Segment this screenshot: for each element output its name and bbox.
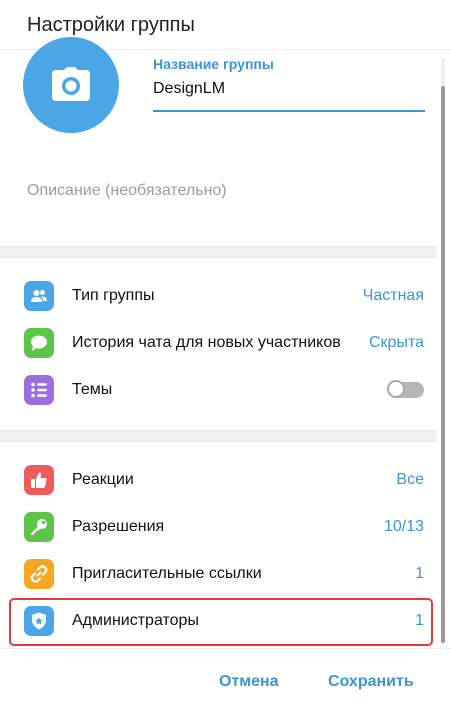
toggle-knob <box>387 380 405 398</box>
chat-history-row[interactable]: История чата для новых участников Скрыта <box>0 320 437 366</box>
invite-links-label: Пригласительные ссылки <box>72 565 262 582</box>
thumbs-up-icon <box>24 465 54 495</box>
reactions-row[interactable]: Реакции Все <box>0 457 437 503</box>
section-divider <box>0 430 437 442</box>
dialog-title: Настройки группы <box>27 14 195 36</box>
group-type-value[interactable]: Частная <box>363 287 424 305</box>
reactions-label: Реакции <box>72 471 134 488</box>
save-button[interactable]: Сохранить <box>328 673 414 691</box>
topics-label: Темы <box>72 381 113 398</box>
reactions-value[interactable]: Все <box>396 471 424 489</box>
key-icon <box>24 512 54 542</box>
group-type-row[interactable]: Тип группы Частная <box>0 273 437 319</box>
group-name-underline <box>153 110 425 112</box>
group-type-label: Тип группы <box>72 287 155 304</box>
chat-bubble-icon <box>24 328 54 358</box>
people-icon <box>24 281 54 311</box>
description-input[interactable]: Описание (необязательно) <box>27 182 227 200</box>
group-name-label: Название группы <box>153 56 274 72</box>
permissions-label: Разрешения <box>72 518 165 535</box>
camera-icon <box>52 67 90 101</box>
group-photo-button[interactable] <box>23 37 119 133</box>
topics-list-icon <box>24 375 54 405</box>
highlight-frame <box>9 598 433 646</box>
permissions-value[interactable]: 10/13 <box>384 518 424 536</box>
scrollbar[interactable] <box>441 58 445 643</box>
scrollbar-thumb[interactable] <box>441 86 445 643</box>
permissions-row[interactable]: Разрешения 10/13 <box>0 504 437 550</box>
section-divider <box>0 246 437 258</box>
topics-row[interactable]: Темы <box>0 367 437 413</box>
invite-links-value[interactable]: 1 <box>415 565 424 583</box>
cancel-button[interactable]: Отмена <box>219 673 279 691</box>
dialog-footer: Отмена Сохранить <box>0 648 451 708</box>
link-icon <box>24 559 54 589</box>
invite-links-row[interactable]: Пригласительные ссылки 1 <box>0 551 437 597</box>
group-name-input[interactable]: DesignLM <box>153 80 225 98</box>
chat-history-label: История чата для новых участников <box>72 334 341 351</box>
topics-toggle[interactable] <box>387 380 424 398</box>
chat-history-value[interactable]: Скрыта <box>369 334 424 352</box>
